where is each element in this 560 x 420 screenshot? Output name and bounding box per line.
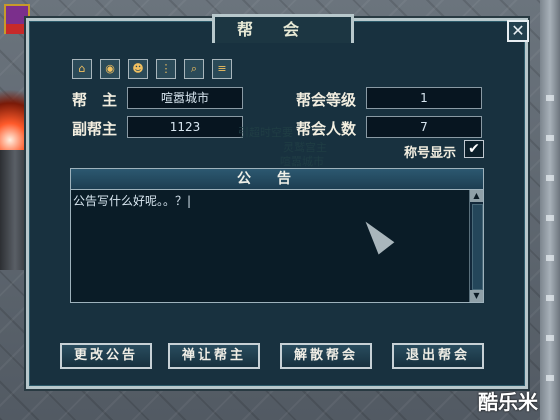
portrait-badge: [6, 24, 28, 34]
ring-icon[interactable]: ◉: [100, 59, 120, 79]
members-icon[interactable]: ☻: [128, 59, 148, 79]
disband-guild-button[interactable]: 解散帮会: [280, 343, 372, 369]
quit-guild-button[interactable]: 退出帮会: [392, 343, 484, 369]
leader-label: 帮 主: [72, 91, 118, 109]
close-button[interactable]: ✕: [507, 20, 529, 42]
vice-leader-field: 1123: [127, 116, 243, 138]
announcement-textarea[interactable]: 公告写什么好呢。。？| ▲ ▼: [70, 189, 484, 303]
scroll-down-button[interactable]: ▼: [470, 290, 483, 302]
bg-text-1: 引超时空要: [238, 126, 293, 139]
leader-field: 喧嚣城市: [127, 87, 243, 109]
watermark: 酷乐米: [478, 390, 538, 414]
home-icon[interactable]: ⌂: [72, 59, 92, 79]
search-icon[interactable]: ⌕: [184, 59, 204, 79]
guild-level-label: 帮会等级: [296, 91, 357, 109]
announcement-scrollbar[interactable]: ▲ ▼: [469, 190, 483, 302]
title-display-label: 称号显示: [404, 146, 457, 161]
announcement-text: 公告写什么好呢。。？|: [73, 194, 192, 208]
edit-announcement-button[interactable]: 更改公告: [60, 343, 152, 369]
announcement-header: 公告: [70, 168, 484, 190]
transfer-leader-button[interactable]: 禅让帮主: [168, 343, 260, 369]
scroll-thumb[interactable]: [472, 204, 483, 290]
title-display-checkbox[interactable]: ✔: [464, 140, 484, 158]
right-frame-lights: [546, 95, 554, 395]
member-count-field: 7: [366, 116, 482, 138]
guild-level-field: 1: [366, 87, 482, 109]
toolbar: ⌂ ◉ ☻ ⋮ ⌕ ≡: [72, 57, 240, 79]
member-count-label: 帮会人数: [296, 120, 357, 138]
scroll-up-button[interactable]: ▲: [470, 190, 483, 202]
tree-icon[interactable]: ⋮: [156, 59, 176, 79]
notes-icon[interactable]: ≡: [212, 59, 232, 79]
bg-text-3: 喧嚣城市: [280, 155, 324, 168]
vice-leader-label: 副帮主: [72, 120, 118, 138]
window-title: 帮会: [212, 14, 354, 43]
